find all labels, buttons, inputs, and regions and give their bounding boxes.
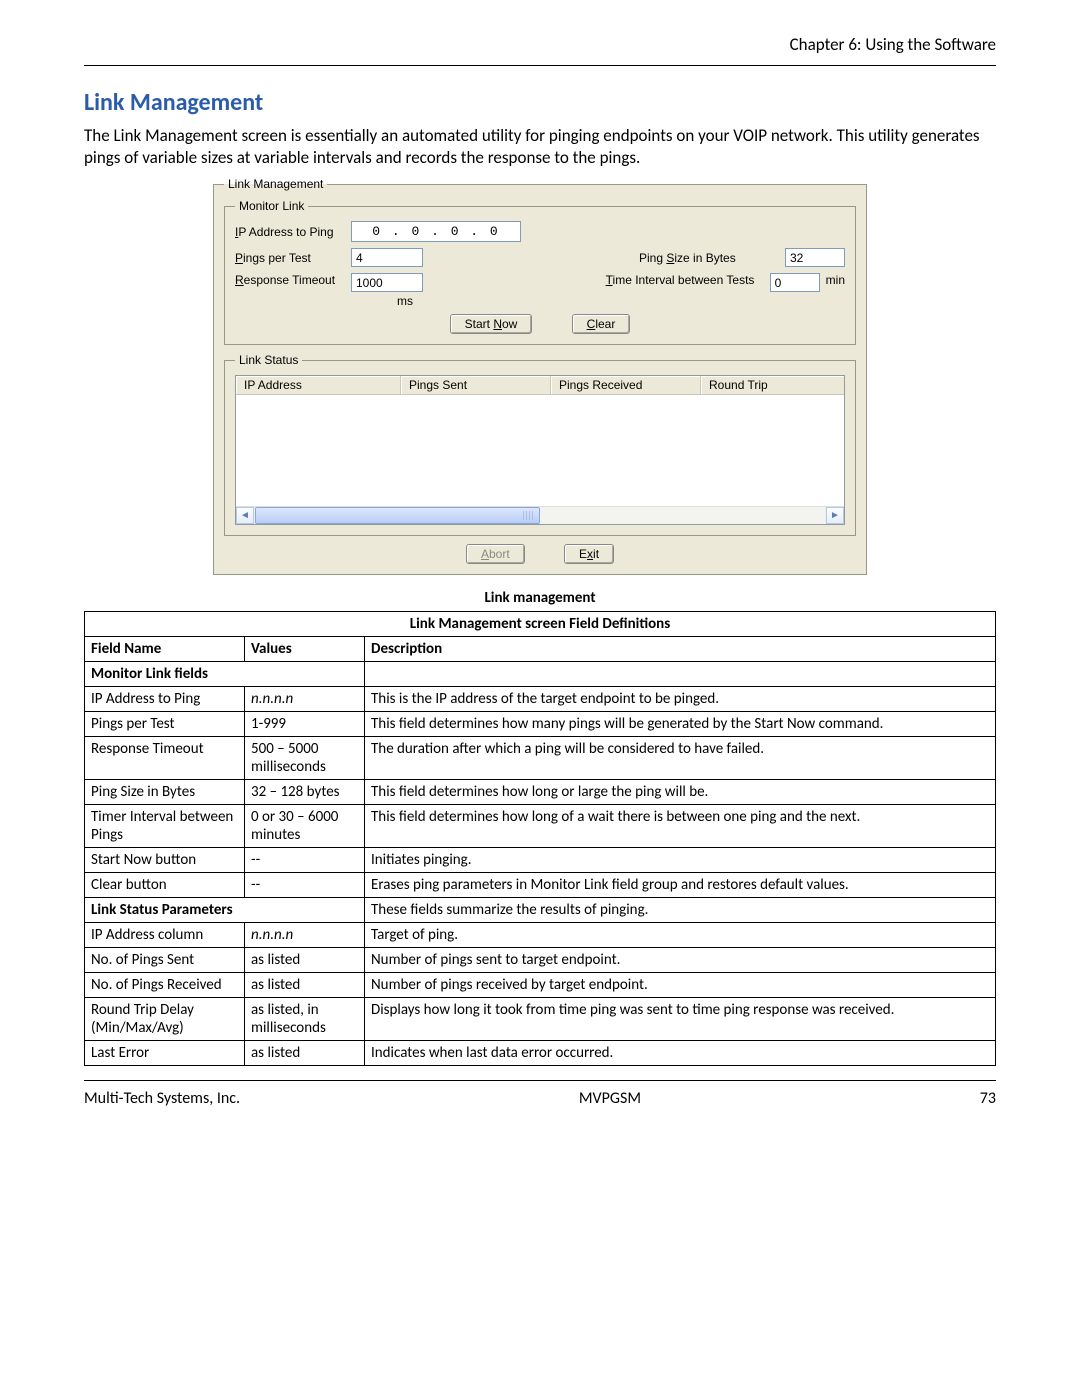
pings-per-test-input[interactable]	[351, 248, 423, 267]
cell-field-name: IP Address to Ping	[85, 687, 245, 712]
footer-center: MVPGSM	[579, 1089, 641, 1108]
cell-values: --	[245, 873, 365, 898]
start-now-button[interactable]: Start Now	[450, 314, 533, 334]
cell-values: 0 or 30 – 6000 minutes	[245, 805, 365, 848]
label-ping-size: Ping Size in Bytes	[639, 251, 779, 265]
cell-description: This field determines how many pings wil…	[365, 712, 996, 737]
scroll-thumb[interactable]	[255, 507, 540, 524]
cell-values: --	[245, 848, 365, 873]
table-title: Link Management screen Field Definitions	[85, 612, 996, 637]
time-interval-input[interactable]	[770, 273, 820, 292]
label-response-timeout: Response Timeout	[235, 273, 345, 287]
cell-description: This field determines how long or large …	[365, 780, 996, 805]
legend-monitor-link: Monitor Link	[235, 199, 308, 213]
figure-caption: Link management	[84, 589, 996, 607]
group-monitor-link: Monitor Link IP Address to Ping 0 . 0 . …	[224, 199, 856, 345]
cell-values: as listed, in milliseconds	[245, 998, 365, 1041]
table-row: No. of Pings Sentas listedNumber of ping…	[85, 948, 996, 973]
legend-link-status: Link Status	[235, 353, 302, 367]
footer-left: Multi-Tech Systems, Inc.	[84, 1089, 240, 1108]
cell-values: as listed	[245, 1041, 365, 1066]
table-row: Round Trip Delay (Min/Max/Avg)as listed,…	[85, 998, 996, 1041]
footer-right: 73	[980, 1089, 996, 1108]
cell-field-name: Clear button	[85, 873, 245, 898]
col-pings-sent[interactable]: Pings Sent	[401, 376, 551, 394]
cell-field-name: No. of Pings Sent	[85, 948, 245, 973]
legend-link-management: Link Management	[224, 177, 327, 191]
cell-values: as listed	[245, 948, 365, 973]
group-link-management: Link Management Monitor Link IP Address …	[213, 177, 867, 575]
cell-field-name: Round Trip Delay (Min/Max/Avg)	[85, 998, 245, 1041]
cell-field-name: Ping Size in Bytes	[85, 780, 245, 805]
cell-description: This is the IP address of the target end…	[365, 687, 996, 712]
cell-description: Indicates when last data error occurred.	[365, 1041, 996, 1066]
table-row: IP Address to Pingn.n.n.nThis is the IP …	[85, 687, 996, 712]
abort-button: Abort	[466, 544, 525, 564]
cell-field-name: Pings per Test	[85, 712, 245, 737]
cell-values: as listed	[245, 973, 365, 998]
label-ip-address: IP Address to Ping	[235, 225, 345, 239]
hdr-description: Description	[365, 637, 996, 662]
cell-values: 500 – 5000 milliseconds	[245, 737, 365, 780]
exit-button[interactable]: Exit	[564, 544, 614, 564]
cell-values: n.n.n.n	[245, 923, 365, 948]
table-row: Pings per Test1-999This field determines…	[85, 712, 996, 737]
cell-field-name: Response Timeout	[85, 737, 245, 780]
page-header: Chapter 6: Using the Software	[84, 34, 996, 66]
cell-values: 1-999	[245, 712, 365, 737]
cell-description: Number of pings sent to target endpoint.	[365, 948, 996, 973]
label-pings-per-test: Pings per Test	[235, 251, 345, 265]
hdr-values: Values	[245, 637, 365, 662]
intro-paragraph: The Link Management screen is essentiall…	[84, 125, 996, 169]
col-round-trip[interactable]: Round Trip	[701, 376, 844, 394]
group-link-status: Link Status IP Address Pings Sent Pings …	[224, 353, 856, 536]
col-ip-address[interactable]: IP Address	[236, 376, 401, 394]
ip-address-input[interactable]: 0 . 0 . 0 . 0	[351, 221, 521, 242]
hdr-field-name: Field Name	[85, 637, 245, 662]
table-row: No. of Pings Receivedas listedNumber of …	[85, 973, 996, 998]
table-row: Clear button--Erases ping parameters in …	[85, 873, 996, 898]
label-ms: ms	[397, 294, 413, 308]
cell-description: Number of pings received by target endpo…	[365, 973, 996, 998]
link-status-listbox[interactable]: IP Address Pings Sent Pings Received Rou…	[235, 375, 845, 525]
col-pings-received[interactable]: Pings Received	[551, 376, 701, 394]
field-definitions-table: Link Management screen Field Definitions…	[84, 611, 996, 1066]
list-header: IP Address Pings Sent Pings Received Rou…	[236, 376, 844, 395]
section-monitor-link: Monitor Link fields	[85, 662, 365, 687]
table-row: Start Now button--Initiates pinging.	[85, 848, 996, 873]
table-row: IP Address columnn.n.n.nTarget of ping.	[85, 923, 996, 948]
cell-values: n.n.n.n	[245, 687, 365, 712]
horizontal-scrollbar[interactable]: ◄ ►	[236, 506, 844, 524]
label-min: min	[826, 273, 845, 287]
cell-description: The duration after which a ping will be …	[365, 737, 996, 780]
table-row: Response Timeout500 – 5000 millisecondsT…	[85, 737, 996, 780]
response-timeout-input[interactable]	[351, 273, 423, 292]
scroll-track[interactable]	[255, 507, 825, 524]
clear-button[interactable]: Clear	[572, 314, 631, 334]
cell-field-name: Last Error	[85, 1041, 245, 1066]
link-management-dialog: Link Management Monitor Link IP Address …	[213, 177, 867, 575]
label-time-interval: Time Interval between Tests	[606, 273, 764, 287]
ping-size-input[interactable]	[785, 248, 845, 267]
section-link-status: Link Status Parameters	[85, 898, 365, 923]
cell-field-name: Timer Interval between Pings	[85, 805, 245, 848]
cell-values: 32 – 128 bytes	[245, 780, 365, 805]
table-row: Ping Size in Bytes32 – 128 bytesThis fie…	[85, 780, 996, 805]
cell-field-name: Start Now button	[85, 848, 245, 873]
cell-description: Displays how long it took from time ping…	[365, 998, 996, 1041]
table-row: Timer Interval between Pings0 or 30 – 60…	[85, 805, 996, 848]
cell-description: Target of ping.	[365, 923, 996, 948]
cell-description: Initiates pinging.	[365, 848, 996, 873]
cell-field-name: IP Address column	[85, 923, 245, 948]
scroll-left-icon[interactable]: ◄	[236, 507, 254, 524]
page-footer: Multi-Tech Systems, Inc. MVPGSM 73	[84, 1080, 996, 1108]
section-title: Link Management	[84, 88, 996, 117]
table-row: Last Erroras listedIndicates when last d…	[85, 1041, 996, 1066]
cell-description: This field determines how long of a wait…	[365, 805, 996, 848]
cell-description: Erases ping parameters in Monitor Link f…	[365, 873, 996, 898]
cell-field-name: No. of Pings Received	[85, 973, 245, 998]
scroll-right-icon[interactable]: ►	[826, 507, 844, 524]
section-link-status-desc: These fields summarize the results of pi…	[365, 898, 996, 923]
